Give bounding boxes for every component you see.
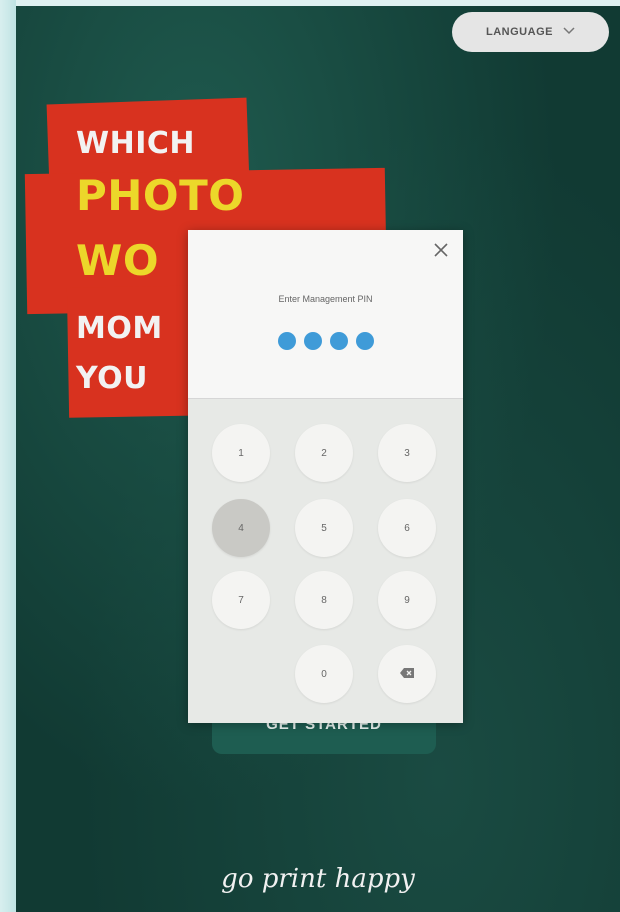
pin-dot [303, 332, 322, 350]
headline-line-2: PHOTO [76, 171, 245, 220]
key-5[interactable]: 5 [295, 499, 353, 557]
headline-line-4: MOM [76, 311, 163, 346]
pin-prompt: Enter Management PIN [278, 294, 373, 304]
key-9[interactable]: 9 [378, 571, 436, 629]
key-8[interactable]: 8 [295, 571, 353, 629]
backspace-icon [399, 667, 415, 682]
pin-dot [277, 332, 296, 350]
backspace-key[interactable] [378, 645, 436, 703]
key-3[interactable]: 3 [378, 424, 436, 482]
headline-line-5: YOU [76, 361, 149, 396]
pin-modal: Enter Management PIN 1 2 3 4 5 6 7 8 9 0 [188, 230, 463, 723]
key-0[interactable]: 0 [295, 645, 353, 703]
device-bezel [0, 0, 16, 912]
kiosk-screen: LANGUAGE WHICH PHOTO WO MOM YOU GET STAR… [16, 6, 620, 912]
chevron-down-icon [563, 26, 575, 38]
key-7[interactable]: 7 [212, 571, 270, 629]
key-6[interactable]: 6 [378, 499, 436, 557]
pin-keypad: 1 2 3 4 5 6 7 8 9 0 [188, 398, 463, 723]
close-icon[interactable] [433, 240, 449, 262]
headline-line-3: WO [76, 236, 160, 285]
pin-entry-dots [188, 332, 463, 350]
pin-dot [329, 332, 348, 350]
language-label: LANGUAGE [486, 26, 553, 38]
language-dropdown[interactable]: LANGUAGE [452, 12, 609, 52]
key-4[interactable]: 4 [212, 499, 270, 557]
key-1[interactable]: 1 [212, 424, 270, 482]
pin-dot [355, 332, 374, 350]
brand-tagline: go print happy [221, 864, 415, 894]
pin-modal-header: Enter Management PIN [188, 230, 463, 398]
key-2[interactable]: 2 [295, 424, 353, 482]
headline-line-1: WHICH [76, 126, 195, 161]
